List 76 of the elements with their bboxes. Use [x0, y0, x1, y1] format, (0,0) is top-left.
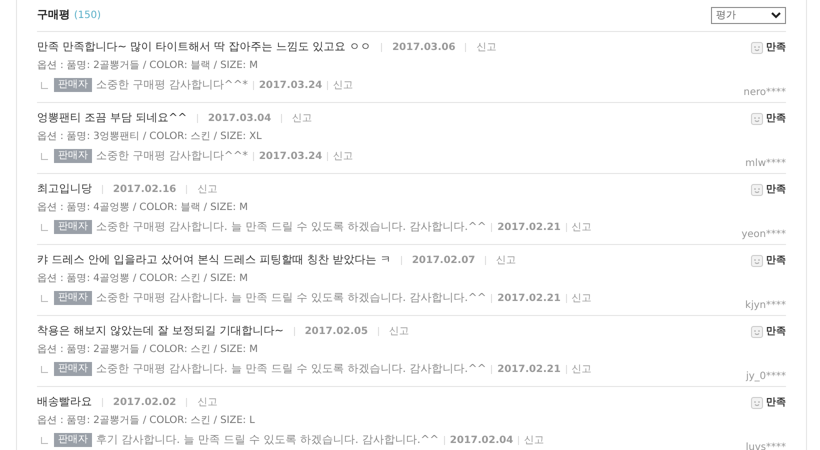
report-link[interactable]: 신고: [333, 148, 354, 164]
reply-date: 2017.02.04: [450, 434, 514, 448]
reviewer-name: kjyn****: [745, 299, 786, 313]
report-link[interactable]: 신고: [572, 220, 592, 234]
report-link[interactable]: 신고: [197, 394, 218, 410]
report-link[interactable]: 신고: [197, 182, 218, 196]
reply-corner-icon: [41, 152, 48, 160]
reply-date: 2017.02.21: [497, 220, 561, 234]
review-text: 배송빨라요: [37, 394, 92, 410]
review-date: 2017.02.02: [113, 396, 176, 410]
report-link[interactable]: 신고: [524, 432, 544, 448]
option-text: 옵션 : 품명: 3엉뽕팬티 / COLOR: 스킨 / SIZE: XL: [37, 130, 263, 144]
review-text: 착용은 해보지 않았는데 잘 보정되길 기대합니다~: [37, 322, 284, 339]
rating-label: 만족: [766, 183, 786, 197]
review-text: 엉뽕팬티 조끔 부담 되네요^^: [37, 110, 187, 126]
reply-corner-icon: [41, 436, 48, 444]
reply-date: 2017.03.24: [258, 78, 322, 92]
sort-select[interactable]: 평가: [711, 7, 786, 24]
reviewer-name: luvs****: [746, 441, 786, 450]
reply-corner-icon: [41, 82, 48, 88]
reply-corner-icon: [41, 224, 48, 230]
seller-badge: 판매자: [54, 149, 92, 163]
option-text: 옵션 : 품명: 2골뽕거들 / COLOR: 블랙 / SIZE: M: [37, 59, 259, 73]
reviewer-name: yeon****: [741, 228, 786, 242]
report-link[interactable]: 신고: [476, 40, 496, 54]
reviewer-name: mlw****: [745, 157, 786, 171]
review-date: 2017.02.16: [113, 182, 176, 196]
reviewer-name: nero****: [744, 86, 786, 100]
reviewer-name: jy_0****: [746, 370, 786, 384]
review-date: 2017.02.05: [304, 324, 368, 338]
reply-date: 2017.02.21: [497, 292, 561, 306]
report-link[interactable]: 신고: [496, 252, 516, 268]
smiley-icon: [751, 254, 763, 266]
report-link[interactable]: 신고: [572, 290, 592, 306]
seller-badge: 판매자: [54, 78, 92, 92]
report-link[interactable]: 신고: [333, 78, 354, 92]
seller-badge: 판매자: [54, 362, 92, 376]
seller-badge: 판매자: [54, 220, 92, 234]
rating-label: 만족: [766, 396, 786, 410]
reply-corner-icon: [41, 294, 48, 302]
smiley-icon: [751, 112, 763, 124]
review-date: 2017.03.04: [208, 112, 272, 126]
reply-text: 소중한 구매평 감사합니다. 늘 만족 드릴 수 있도록 하겠습니다. 감사합니다.^^: [96, 360, 486, 377]
rating-label: 만족: [766, 325, 786, 339]
reply-date: 2017.02.21: [497, 362, 561, 376]
report-link[interactable]: 신고: [388, 324, 409, 338]
section-title: 구매평: [37, 7, 70, 24]
rating-label: 만족: [766, 41, 786, 55]
smiley-icon: [751, 326, 763, 338]
chevron-down-icon: [771, 12, 781, 19]
review-date: 2017.02.07: [412, 254, 476, 268]
review-text: 최고입니당: [37, 180, 92, 197]
reply-text: 소중한 구매평 감사합니다^^*: [96, 76, 248, 93]
rating-label: 만족: [766, 254, 786, 268]
option-text: 옵션 : 품명: 4골엉뽕 / COLOR: 스킨 / SIZE: M: [37, 272, 249, 286]
seller-badge: 판매자: [54, 433, 92, 447]
report-link[interactable]: 신고: [292, 110, 312, 126]
reply-text: 소중한 구매평 감사합니다^^*: [96, 148, 248, 164]
reply-text: 소중한 구매평 감사합니다. 늘 만족 드릴 수 있도록 하겠습니다. 감사합니다.^^: [96, 218, 486, 235]
smiley-icon: [751, 42, 763, 54]
option-text: 옵션 : 품명: 4골엉뽕 / COLOR: 블랙 / SIZE: M: [37, 201, 249, 215]
reply-text: 소중한 구매평 감사합니다. 늘 만족 드릴 수 있도록 하겠습니다. 감사합니다.^^: [96, 290, 486, 306]
seller-badge: 판매자: [54, 291, 92, 305]
smiley-icon: [751, 396, 763, 408]
report-link[interactable]: 신고: [572, 362, 592, 376]
rating-label: 만족: [766, 112, 786, 126]
review-date: 2017.03.06: [392, 40, 456, 54]
review-count: (150): [74, 9, 101, 23]
reply-text: 후기 감사합니다. 늘 만족 드릴 수 있도록 하겠습니다. 감사합니다.^^: [96, 432, 439, 448]
review-text: 만족 만족합니다~ 많이 타이트해서 딱 잡아주는 느낌도 있고요 ㅇㅇ: [37, 38, 372, 55]
reply-date: 2017.03.24: [258, 150, 322, 164]
option-text: 옵션 : 품명: 2골뽕거들 / COLOR: 스킨 / SIZE: M: [37, 343, 259, 357]
reply-corner-icon: [41, 366, 48, 372]
option-text: 옵션 : 품명: 2골뽕거들 / COLOR: 스킨 / SIZE: L: [37, 414, 256, 428]
smiley-icon: [751, 184, 763, 196]
review-text: 캬 드레스 안에 입을라고 샀어여 본식 드레스 피팅할때 칭찬 받았다는 ㅋ: [37, 252, 391, 268]
